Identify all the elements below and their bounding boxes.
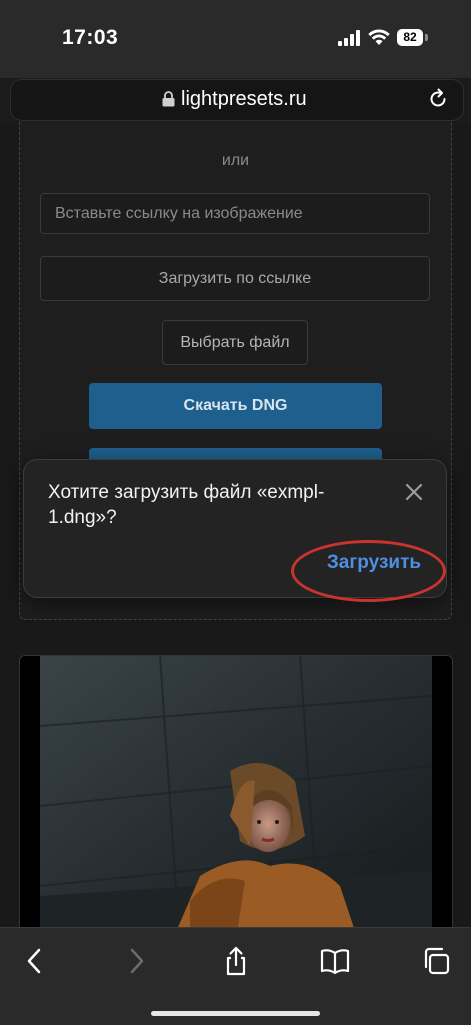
status-bar: 17:03 82 [0, 0, 471, 78]
download-prompt: Хотите загрузить файл «exmpl-1.dng»? Заг… [23, 459, 447, 602]
browser-toolbar [0, 927, 471, 1025]
preview-photo [40, 656, 432, 927]
image-url-input[interactable] [40, 193, 430, 234]
lock-icon [162, 91, 175, 107]
close-icon[interactable] [404, 482, 424, 502]
or-divider: или [221, 152, 250, 169]
photo-frame [19, 655, 453, 927]
confirm-download-button[interactable]: Загрузить [315, 546, 433, 580]
battery-tip [425, 34, 428, 41]
load-by-url-button[interactable]: Загрузить по ссылке [40, 256, 430, 301]
reload-icon[interactable] [427, 88, 449, 110]
wifi-icon [368, 29, 390, 45]
download-dng-button[interactable]: Скачать DNG [89, 383, 382, 429]
url-text[interactable]: lightpresets.ru [181, 88, 307, 111]
share-icon[interactable] [221, 946, 251, 976]
battery-icon: 82 [397, 29, 423, 46]
bookmarks-icon[interactable] [320, 946, 350, 976]
tabs-icon[interactable] [421, 946, 451, 976]
signal-icon [338, 30, 360, 46]
status-time: 17:03 [62, 26, 119, 49]
forward-icon[interactable] [121, 946, 151, 976]
back-icon[interactable] [20, 946, 50, 976]
download-prompt-message: Хотите загрузить файл «exmpl-1.dng»? [48, 482, 325, 528]
choose-file-button[interactable]: Выбрать файл [162, 320, 308, 365]
home-indicator [151, 1011, 320, 1016]
